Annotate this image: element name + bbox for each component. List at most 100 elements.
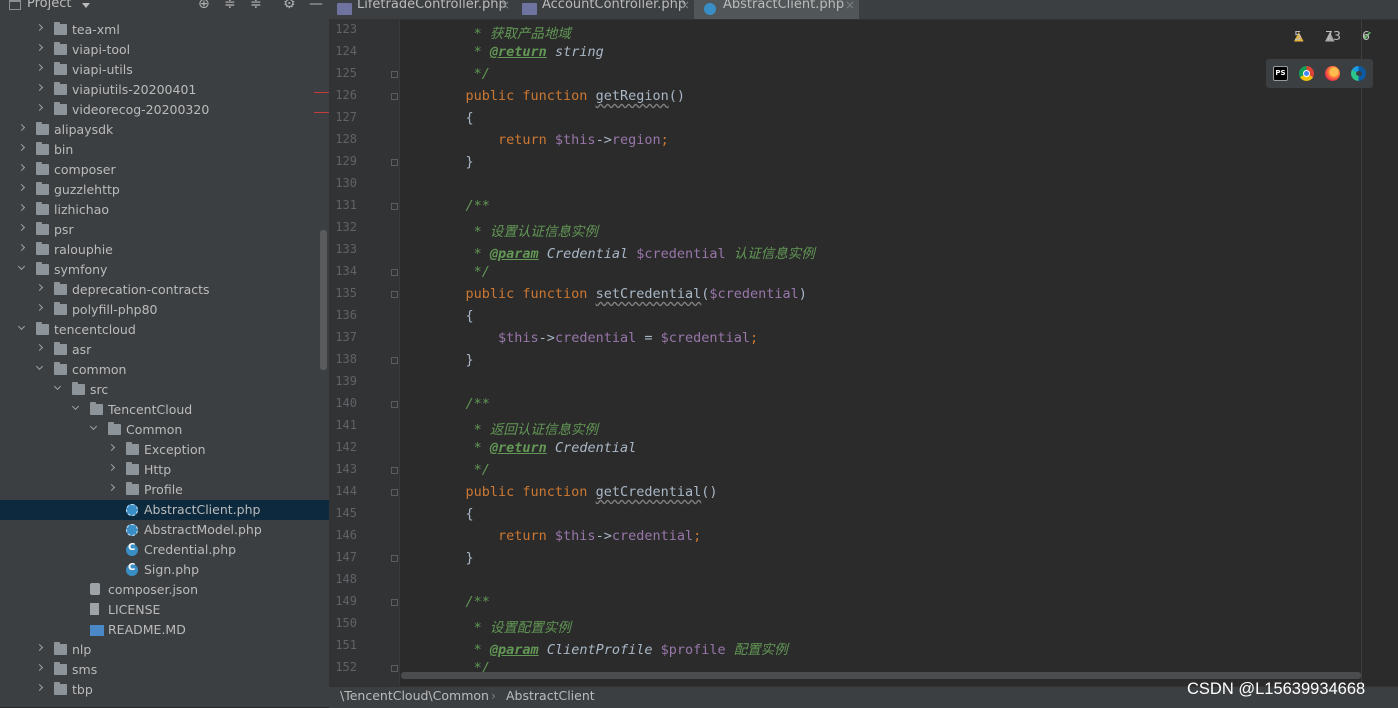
tree-folder[interactable]: Common	[0, 420, 329, 440]
tree-file[interactable]: Credential.php	[0, 540, 329, 560]
chevron-down-icon[interactable]	[82, 3, 90, 8]
chevron-right-icon[interactable]	[17, 203, 26, 212]
chevron-right-icon[interactable]	[107, 443, 116, 452]
chevron-right-icon[interactable]	[107, 483, 116, 492]
tree-folder[interactable]: tbp	[0, 680, 329, 700]
chrome-icon[interactable]	[1299, 66, 1314, 81]
tree-folder[interactable]: guzzlehttp	[0, 180, 329, 200]
tree-folder[interactable]: psr	[0, 220, 329, 240]
fold-marker-icon[interactable]	[391, 71, 398, 78]
tree-folder[interactable]: polyfill-php80	[0, 300, 329, 320]
fold-marker-icon[interactable]	[391, 489, 398, 496]
fold-marker-icon[interactable]	[391, 401, 398, 408]
chevron-right-icon[interactable]	[35, 283, 44, 292]
horizontal-scrollbar[interactable]	[401, 672, 1361, 679]
chevron-down-icon[interactable]	[35, 362, 44, 371]
tree-folder[interactable]: asr	[0, 340, 329, 360]
chevron-down-icon[interactable]	[17, 322, 26, 331]
tree-folder[interactable]: tencentcloud	[0, 320, 329, 340]
chevron-right-icon[interactable]	[35, 103, 44, 112]
fold-marker-icon[interactable]	[391, 599, 398, 606]
code-line: /**	[433, 396, 490, 412]
chevron-right-icon[interactable]	[35, 303, 44, 312]
tree-file[interactable]: AbstractClient.php	[0, 500, 329, 520]
chevron-right-icon[interactable]	[17, 243, 26, 252]
project-panel-title[interactable]: Project	[27, 0, 71, 11]
chevron-right-icon[interactable]	[35, 23, 44, 32]
breadcrumb-class[interactable]: AbstractClient	[506, 688, 595, 703]
tree-folder[interactable]: sms	[0, 660, 329, 680]
tree-file[interactable]: LICENSE	[0, 600, 329, 620]
hide-panel-icon[interactable]: —	[309, 0, 323, 12]
tree-folder[interactable]: viapiutils-20200401	[0, 80, 329, 100]
tree-folder[interactable]: lizhichao	[0, 200, 329, 220]
firefox-icon[interactable]	[1325, 66, 1340, 81]
phpstorm-icon[interactable]: PS	[1273, 66, 1288, 81]
tree-folder[interactable]: videorecog-20200320	[0, 100, 329, 120]
chevron-right-icon[interactable]	[17, 223, 26, 232]
fold-marker-icon[interactable]	[391, 203, 398, 210]
tree-folder[interactable]: ralouphie	[0, 240, 329, 260]
tree-file[interactable]: README.MD	[0, 620, 329, 640]
project-scrollbar[interactable]	[320, 230, 327, 370]
chevron-right-icon[interactable]	[35, 663, 44, 672]
fold-marker-icon[interactable]	[391, 269, 398, 276]
fold-marker-icon[interactable]	[391, 159, 398, 166]
code-line: return $this->credential;	[433, 528, 701, 544]
chevron-down-icon[interactable]	[89, 422, 98, 431]
tree-folder[interactable]: nlp	[0, 640, 329, 660]
tab-0[interactable]: LifetradeController.php ×	[329, 0, 514, 19]
edge-icon[interactable]	[1351, 66, 1366, 81]
chevron-right-icon[interactable]	[35, 43, 44, 52]
line-number: 129	[335, 154, 357, 168]
collapse-all-icon[interactable]: ≑	[250, 0, 262, 12]
fold-marker-icon[interactable]	[391, 467, 398, 474]
close-icon[interactable]: ×	[500, 0, 510, 12]
tree-folder[interactable]: common	[0, 360, 329, 380]
tree-folder[interactable]: bin	[0, 140, 329, 160]
fold-marker-icon[interactable]	[391, 357, 398, 364]
chevron-down-icon[interactable]	[53, 382, 62, 391]
tree-folder[interactable]: composer	[0, 160, 329, 180]
chevron-right-icon[interactable]	[35, 63, 44, 72]
chevron-right-icon[interactable]	[35, 343, 44, 352]
chevron-right-icon[interactable]	[17, 123, 26, 132]
code-editor[interactable]: 123 124 125 126 127 128 129 130 131 132 133 134 135 1…	[329, 20, 1398, 686]
close-icon[interactable]: ×	[680, 0, 690, 12]
tab-1[interactable]: AccountController.php ×	[514, 0, 694, 19]
tree-folder[interactable]: tea-xml	[0, 20, 329, 40]
chevron-right-icon[interactable]	[17, 183, 26, 192]
close-icon[interactable]: ×	[845, 0, 855, 12]
tree-folder[interactable]: Http	[0, 460, 329, 480]
tab-2[interactable]: AbstractClient.php ×	[694, 0, 859, 19]
tree-folder[interactable]: Exception	[0, 440, 329, 460]
locate-icon[interactable]: ⊕	[198, 0, 210, 12]
fold-marker-icon[interactable]	[391, 291, 398, 298]
fold-marker-icon[interactable]	[391, 555, 398, 562]
tree-folder[interactable]: TencentCloud	[0, 400, 329, 420]
fold-marker-icon[interactable]	[391, 93, 398, 100]
tree-folder[interactable]: viapi-tool	[0, 40, 329, 60]
chevron-right-icon[interactable]	[35, 643, 44, 652]
tree-folder[interactable]: Profile	[0, 480, 329, 500]
expand-all-icon[interactable]: ≑	[224, 0, 236, 12]
chevron-right-icon[interactable]	[35, 83, 44, 92]
chevron-down-icon[interactable]	[17, 262, 26, 271]
chevron-down-icon[interactable]	[71, 402, 80, 411]
tree-file[interactable]: AbstractModel.php	[0, 520, 329, 540]
tree-folder[interactable]: deprecation-contracts	[0, 280, 329, 300]
folder-icon	[54, 302, 67, 315]
gear-icon[interactable]: ⚙	[283, 0, 296, 12]
tree-file[interactable]: Sign.php	[0, 560, 329, 580]
breadcrumb-namespace[interactable]: \TencentCloud\Common	[340, 688, 489, 703]
tree-folder[interactable]: viapi-utils	[0, 60, 329, 80]
chevron-right-icon[interactable]	[107, 463, 116, 472]
tree-folder[interactable]: alipaysdk	[0, 120, 329, 140]
fold-marker-icon[interactable]	[391, 665, 398, 672]
chevron-right-icon[interactable]	[35, 683, 44, 692]
tree-file[interactable]: composer.json	[0, 580, 329, 600]
tree-folder[interactable]: symfony	[0, 260, 329, 280]
chevron-right-icon[interactable]	[17, 143, 26, 152]
chevron-right-icon[interactable]	[17, 163, 26, 172]
tree-folder[interactable]: src	[0, 380, 329, 400]
